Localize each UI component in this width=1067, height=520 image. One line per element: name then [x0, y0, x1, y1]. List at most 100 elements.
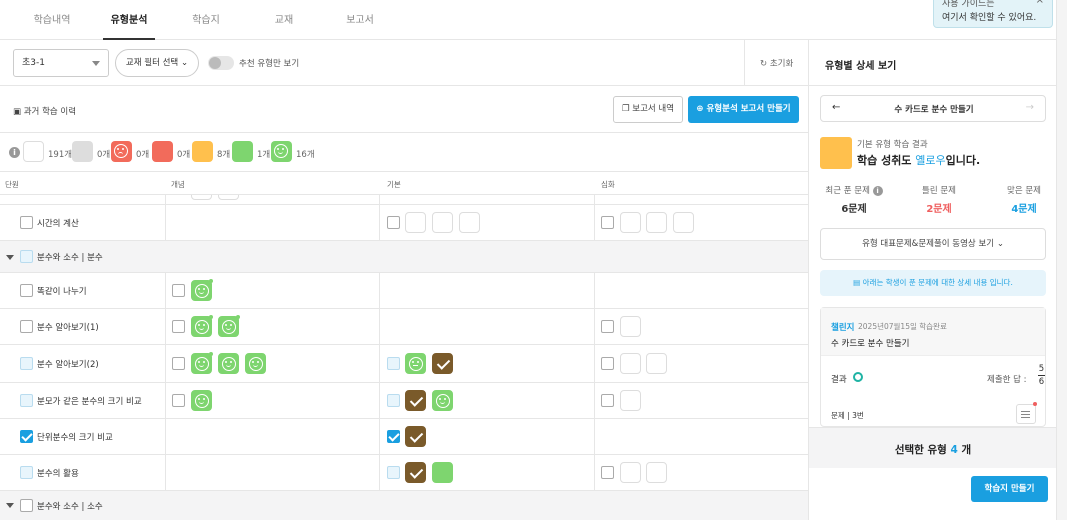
status-cell-green[interactable]: [218, 315, 240, 337]
basic-checkbox[interactable]: [387, 394, 400, 407]
status-cell-green[interactable]: [245, 353, 266, 374]
chevron-down-icon: ⌄: [996, 239, 1004, 249]
status-cell-green[interactable]: [218, 353, 239, 374]
current-type-title: 수 카드로 분수 만들기: [894, 105, 974, 115]
panel-footer: 학습지 만들기: [809, 468, 1057, 520]
concept-checkbox[interactable]: [172, 284, 185, 297]
info-icon[interactable]: i: [872, 186, 883, 196]
grade-select[interactable]: 초3-1: [13, 49, 109, 77]
selected-count: 4: [950, 444, 958, 456]
status-cell[interactable]: [646, 462, 667, 483]
status-cell[interactable]: [620, 353, 641, 374]
past-history-link[interactable]: ▣ 과거 학습 이력: [13, 105, 76, 117]
video-dropdown-button[interactable]: 유형 대표문제&문제풀이 동영상 보기 ⌄: [820, 228, 1046, 260]
advanced-checkbox[interactable]: [601, 394, 614, 407]
arrow-right-icon[interactable]: →: [1026, 102, 1034, 113]
basic-checkbox[interactable]: [387, 430, 400, 443]
status-cell-green[interactable]: [191, 279, 213, 301]
tab-worksheet[interactable]: 학습지: [180, 0, 232, 40]
status-cell[interactable]: [620, 390, 641, 411]
row-checkbox[interactable]: [20, 466, 33, 479]
copy-icon: ❐: [621, 104, 630, 114]
table-group-row[interactable]: 분수와 소수 | 소수: [0, 491, 808, 520]
page-scrollbar[interactable]: [1056, 0, 1067, 520]
notice-text: 아래는 학생이 푼 문제에 대한 상세 내용 입니다.: [862, 278, 1013, 287]
row-checkbox[interactable]: [20, 284, 33, 297]
status-cell[interactable]: [218, 195, 239, 200]
status-cell-green[interactable]: [432, 462, 453, 483]
cell-divider: [165, 195, 166, 204]
reset-button[interactable]: ↻ 초기화: [760, 57, 793, 69]
col-header-unit: 단원: [5, 180, 19, 189]
status-cell-green[interactable]: [432, 390, 453, 411]
row-checkbox[interactable]: [20, 394, 33, 407]
row-unit-name: 단위분수의 크기 비교: [37, 433, 113, 443]
new-dot: [236, 315, 240, 319]
plus-circle-icon: ⊕: [696, 104, 704, 114]
question-number: 문제 | 3번: [831, 411, 864, 420]
cell-divider: [379, 383, 380, 418]
tab-report[interactable]: 보고서: [334, 0, 386, 40]
concept-checkbox[interactable]: [172, 357, 185, 370]
col-header-concept: 개념: [171, 180, 185, 189]
status-cell-checked[interactable]: [432, 353, 453, 374]
toast-line2: 여기서 확인할 수 있어요.: [942, 13, 1037, 23]
status-cell[interactable]: [673, 212, 694, 233]
group-checkbox[interactable]: [20, 250, 33, 263]
status-cell-green[interactable]: [191, 352, 213, 374]
tab-type-analysis[interactable]: 유형분석: [103, 0, 155, 40]
status-cell-green[interactable]: [191, 390, 212, 411]
collapse-triangle-icon[interactable]: [6, 255, 14, 260]
tab-textbook[interactable]: 교재: [258, 0, 310, 40]
status-cell[interactable]: [191, 195, 212, 200]
advanced-checkbox[interactable]: [601, 320, 614, 333]
status-cell-green[interactable]: [191, 315, 213, 337]
advanced-checkbox[interactable]: [601, 216, 614, 229]
make-worksheet-button[interactable]: 학습지 만들기: [971, 476, 1048, 502]
question-list-button[interactable]: [1016, 402, 1037, 424]
status-cell[interactable]: [646, 212, 667, 233]
row-checkbox[interactable]: [20, 357, 33, 370]
status-cell[interactable]: [405, 212, 426, 233]
status-cell[interactable]: [459, 212, 480, 233]
new-dot: [209, 315, 213, 319]
concept-checkbox[interactable]: [172, 320, 185, 333]
table-group-row[interactable]: 분수와 소수 | 분수: [0, 241, 808, 273]
info-icon[interactable]: i: [9, 147, 20, 158]
status-cell[interactable]: [620, 316, 641, 337]
row-checkbox[interactable]: [20, 216, 33, 229]
legend-count: 1개: [257, 150, 271, 160]
status-cell[interactable]: [620, 462, 641, 483]
make-analysis-report-button[interactable]: ⊕ 유형분석 보고서 만들기: [688, 96, 799, 123]
group-checkbox[interactable]: [20, 499, 33, 512]
basic-checkbox[interactable]: [387, 466, 400, 479]
stat-correct: 맞은 문제 4문제: [984, 184, 1064, 215]
status-cell[interactable]: [620, 212, 641, 233]
status-cell[interactable]: [432, 212, 453, 233]
advanced-checkbox[interactable]: [601, 466, 614, 479]
concept-checkbox[interactable]: [172, 394, 185, 407]
collapse-triangle-icon[interactable]: [6, 503, 14, 508]
row-unit-name: 분수 알아보기(1): [37, 323, 99, 333]
basic-checkbox[interactable]: [387, 357, 400, 370]
report-history-button[interactable]: ❐ 보고서 내역: [613, 96, 683, 123]
stat-value: 2문제: [926, 204, 952, 215]
row-checkbox[interactable]: [20, 320, 33, 333]
status-cell-checked[interactable]: [405, 462, 426, 483]
recommended-only-toggle[interactable]: [208, 56, 234, 70]
advanced-checkbox[interactable]: [601, 357, 614, 370]
status-cell-checked[interactable]: [405, 390, 426, 411]
status-cell-green[interactable]: [405, 353, 426, 374]
card-title: 수 카드로 분수 만들기: [831, 339, 910, 349]
smile-face-icon: [222, 357, 236, 371]
row-checkbox[interactable]: [20, 430, 33, 443]
book-filter-dropdown[interactable]: 교재 필터 선택 ⌄: [115, 49, 199, 77]
tab-study-history[interactable]: 학습내역: [23, 0, 81, 40]
close-icon[interactable]: ×: [1036, 0, 1044, 6]
status-cell-checked[interactable]: [405, 426, 426, 447]
status-cell[interactable]: [646, 353, 667, 374]
detail-notice: ▤ 아래는 학생이 푼 문제에 대한 상세 내용 입니다.: [820, 270, 1046, 296]
main-tab-bar: 학습내역 유형분석 학습지 교재 보고서: [0, 0, 1067, 40]
cell-divider: [594, 195, 595, 204]
basic-checkbox[interactable]: [387, 216, 400, 229]
